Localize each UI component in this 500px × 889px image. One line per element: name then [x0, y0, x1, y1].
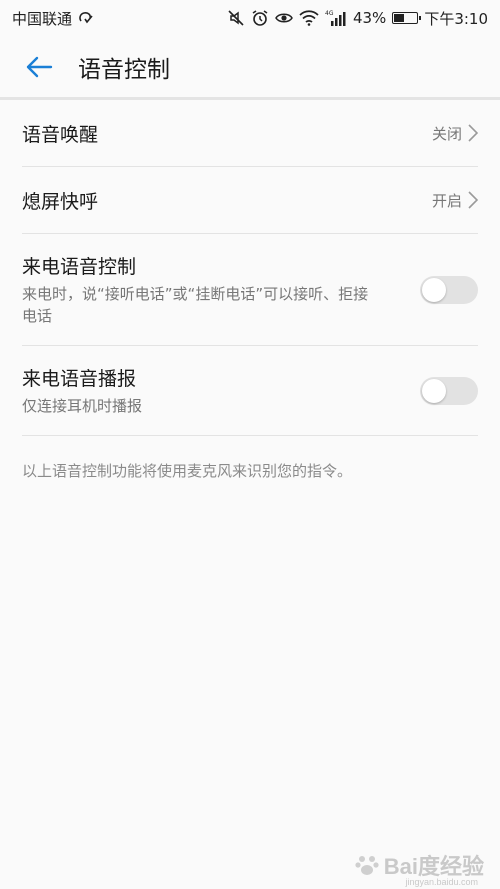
app-header: 语音控制	[0, 36, 500, 98]
battery-fill	[394, 14, 404, 22]
battery-percent: 43%	[352, 9, 387, 27]
row-right: 关闭	[432, 123, 478, 144]
row-subtitle: 仅连接耳机时播报	[22, 397, 143, 415]
voice-wakeup-row[interactable]: 语音唤醒 关闭	[22, 100, 478, 167]
incoming-call-announcement-row: 来电语音播报 仅连接耳机时播报	[22, 346, 478, 436]
eye-icon	[275, 11, 293, 25]
row-title: 来电语音播报	[22, 368, 137, 390]
watermark-url: jingyan.baidu.com	[405, 877, 478, 887]
signal-icon: 4G	[325, 9, 347, 27]
status-bar-right: 4G 43% 下午3:10	[227, 8, 488, 29]
row-subtitle: 来电时，说“接听电话”或“挂断电话”可以接听、拒接电话	[22, 285, 369, 325]
row-text: 来电语音播报 仅连接耳机时播报	[22, 364, 142, 417]
page-title: 语音控制	[78, 57, 170, 83]
mute-icon	[227, 9, 245, 27]
row-title: 语音唤醒	[22, 123, 99, 146]
network-type: 4G	[325, 10, 334, 17]
screen-off-quick-call-row[interactable]: 熄屏快呼 开启	[22, 167, 478, 234]
toggle-knob	[422, 277, 446, 302]
incoming-call-announcement-toggle[interactable]	[420, 376, 478, 405]
incoming-call-voice-control-toggle[interactable]	[420, 275, 478, 304]
hd-icon	[78, 11, 94, 25]
clock: 下午3:10	[424, 9, 488, 28]
wifi-icon	[299, 10, 319, 26]
back-button[interactable]	[22, 50, 56, 84]
back-arrow-icon	[26, 56, 53, 78]
row-value: 关闭	[431, 124, 462, 143]
battery-icon	[392, 12, 422, 24]
settings-list: 语音唤醒 关闭 熄屏快呼 开启 来电语音控制 来电时，说“接听电话”或“挂断电话…	[22, 100, 478, 436]
status-bar-left: 中国联通	[12, 8, 94, 29]
chevron-right-icon	[468, 124, 478, 142]
row-text: 来电语音控制 来电时，说“接听电话”或“挂断电话”可以接听、拒接电话	[22, 252, 372, 327]
row-title: 熄屏快呼	[22, 190, 99, 213]
status-bar: 中国联通 4G 43% 下午3:10	[0, 0, 500, 36]
row-title: 来电语音控制	[22, 256, 137, 278]
toggle-knob	[422, 378, 446, 403]
row-value: 开启	[431, 191, 462, 210]
chevron-right-icon	[468, 191, 478, 209]
alarm-icon	[251, 9, 269, 27]
carrier-name: 中国联通	[12, 9, 73, 28]
incoming-call-voice-control-row: 来电语音控制 来电时，说“接听电话”或“挂断电话”可以接听、拒接电话	[22, 234, 478, 346]
row-right: 开启	[432, 190, 478, 211]
microphone-usage-note: 以上语音控制功能将使用麦克风来识别您的指令。	[22, 462, 353, 480]
paw-icon	[355, 856, 379, 875]
